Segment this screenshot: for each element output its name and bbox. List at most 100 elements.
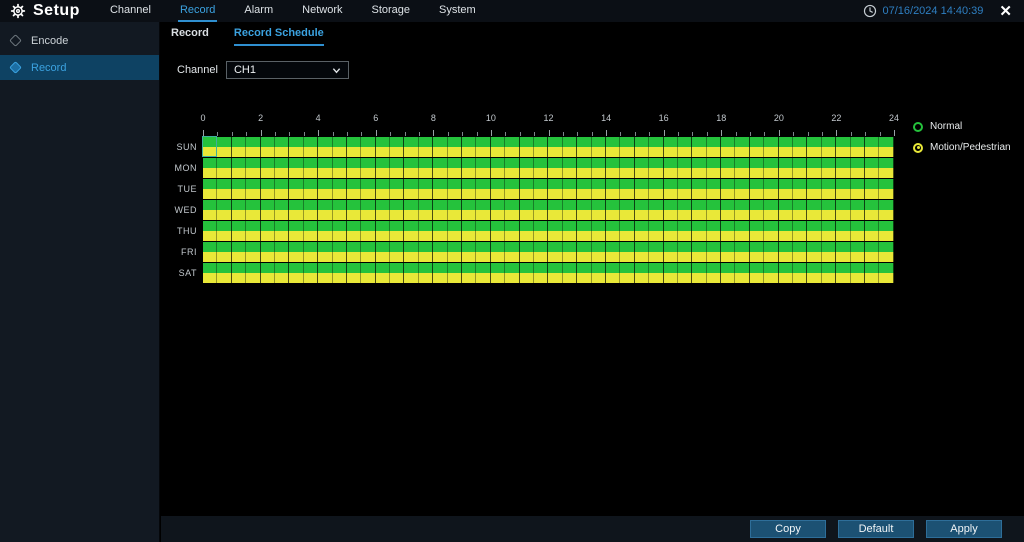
schedule-cell[interactable] <box>275 263 289 273</box>
tab-network[interactable]: Network <box>300 0 344 22</box>
schedule-cell[interactable] <box>361 263 375 273</box>
schedule-cell[interactable] <box>505 179 519 189</box>
schedule-cell[interactable] <box>347 263 361 273</box>
schedule-cell[interactable] <box>419 158 433 168</box>
schedule-cell[interactable] <box>735 168 749 178</box>
schedule-cell[interactable] <box>318 273 332 283</box>
schedule-cell[interactable] <box>635 231 649 241</box>
schedule-cell[interactable] <box>606 137 620 147</box>
schedule-cell[interactable] <box>476 231 490 241</box>
schedule-cell[interactable] <box>879 273 893 283</box>
schedule-cell[interactable] <box>404 168 418 178</box>
schedule-cell[interactable] <box>592 168 606 178</box>
schedule-cell[interactable] <box>606 263 620 273</box>
schedule-cell[interactable] <box>333 137 347 147</box>
schedule-cell[interactable] <box>261 263 275 273</box>
schedule-cell[interactable] <box>606 189 620 199</box>
schedule-cell[interactable] <box>275 168 289 178</box>
schedule-cell[interactable] <box>577 137 591 147</box>
schedule-cell[interactable] <box>779 221 793 231</box>
schedule-cell[interactable] <box>865 179 879 189</box>
schedule-cell[interactable] <box>764 168 778 178</box>
schedule-cell[interactable] <box>750 242 764 252</box>
schedule-cell[interactable] <box>750 200 764 210</box>
schedule-cell[interactable] <box>448 147 462 157</box>
schedule-cell[interactable] <box>592 242 606 252</box>
schedule-cell[interactable] <box>664 189 678 199</box>
schedule-cell[interactable] <box>793 200 807 210</box>
schedule-cell[interactable] <box>879 137 893 147</box>
schedule-cell[interactable] <box>275 221 289 231</box>
schedule-cell[interactable] <box>404 137 418 147</box>
schedule-cell[interactable] <box>735 179 749 189</box>
schedule-cell[interactable] <box>232 158 246 168</box>
schedule-cell[interactable] <box>390 168 404 178</box>
schedule-cell[interactable] <box>577 189 591 199</box>
schedule-cell[interactable] <box>534 221 548 231</box>
schedule-cell[interactable] <box>836 179 850 189</box>
schedule-cell[interactable] <box>404 252 418 262</box>
schedule-cell[interactable] <box>347 168 361 178</box>
schedule-cell[interactable] <box>275 189 289 199</box>
schedule-cell[interactable] <box>347 158 361 168</box>
schedule-cell[interactable] <box>721 273 735 283</box>
schedule-cell[interactable] <box>879 252 893 262</box>
schedule-cell[interactable] <box>505 273 519 283</box>
schedule-cell[interactable] <box>692 252 706 262</box>
schedule-cell[interactable] <box>807 200 821 210</box>
schedule-cell[interactable] <box>649 147 663 157</box>
schedule-cell[interactable] <box>433 147 447 157</box>
schedule-cell[interactable] <box>563 263 577 273</box>
schedule-cell[interactable] <box>390 137 404 147</box>
schedule-cell[interactable] <box>491 252 505 262</box>
schedule-cell[interactable] <box>203 137 217 147</box>
schedule-cell[interactable] <box>275 147 289 157</box>
schedule-cell[interactable] <box>419 179 433 189</box>
schedule-cell[interactable] <box>635 147 649 157</box>
schedule-cell[interactable] <box>390 221 404 231</box>
schedule-cell[interactable] <box>304 200 318 210</box>
schedule-cell[interactable] <box>419 200 433 210</box>
schedule-cell[interactable] <box>462 147 476 157</box>
schedule-cell[interactable] <box>347 200 361 210</box>
schedule-cell[interactable] <box>879 179 893 189</box>
schedule-cell[interactable] <box>361 210 375 220</box>
schedule-cell[interactable] <box>721 242 735 252</box>
schedule-cell[interactable] <box>318 263 332 273</box>
schedule-cell[interactable] <box>649 158 663 168</box>
schedule-cell[interactable] <box>692 147 706 157</box>
schedule-cell[interactable] <box>548 179 562 189</box>
schedule-cell[interactable] <box>304 263 318 273</box>
schedule-cell[interactable] <box>333 221 347 231</box>
schedule-cell[interactable] <box>404 179 418 189</box>
schedule-cell[interactable] <box>246 179 260 189</box>
schedule-cell[interactable] <box>635 179 649 189</box>
schedule-cell[interactable] <box>404 242 418 252</box>
schedule-cell[interactable] <box>361 189 375 199</box>
schedule-cell[interactable] <box>419 210 433 220</box>
schedule-cell[interactable] <box>620 168 634 178</box>
schedule-cell[interactable] <box>779 252 793 262</box>
schedule-cell[interactable] <box>433 221 447 231</box>
schedule-cell[interactable] <box>376 221 390 231</box>
schedule-cell[interactable] <box>361 147 375 157</box>
schedule-cell[interactable] <box>318 210 332 220</box>
schedule-cell[interactable] <box>261 231 275 241</box>
schedule-cell[interactable] <box>678 273 692 283</box>
schedule-cell[interactable] <box>822 137 836 147</box>
schedule-cell[interactable] <box>548 137 562 147</box>
schedule-cell[interactable] <box>203 252 217 262</box>
schedule-cell[interactable] <box>520 158 534 168</box>
schedule-cell[interactable] <box>232 273 246 283</box>
schedule-cell[interactable] <box>476 168 490 178</box>
schedule-cell[interactable] <box>275 231 289 241</box>
schedule-cell[interactable] <box>376 242 390 252</box>
schedule-cell[interactable] <box>304 210 318 220</box>
schedule-cell[interactable] <box>577 242 591 252</box>
schedule-cell[interactable] <box>865 263 879 273</box>
schedule-cell[interactable] <box>318 231 332 241</box>
schedule-cell[interactable] <box>836 189 850 199</box>
schedule-cell[interactable] <box>692 221 706 231</box>
schedule-cell[interactable] <box>548 263 562 273</box>
schedule-cell[interactable] <box>261 273 275 283</box>
